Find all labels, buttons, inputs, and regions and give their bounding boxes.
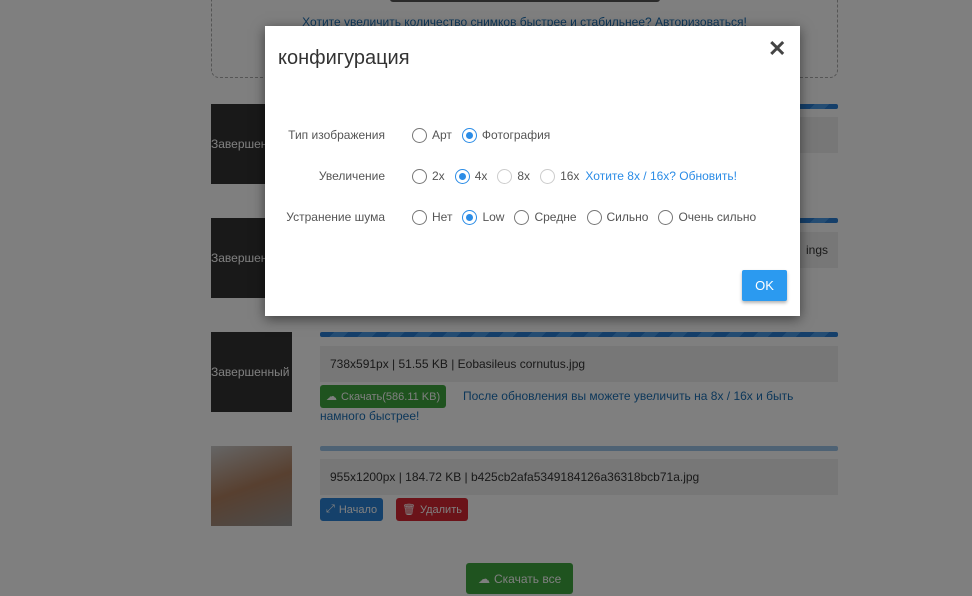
image-type-label: Тип изображения [288,128,385,142]
scale-row: Увеличение 2x 4x 8x 16x Хотите 8x / 16x?… [265,166,800,186]
radio-none[interactable]: Нет [412,209,452,225]
radio-8x[interactable]: 8x [497,168,530,184]
config-modal: конфигурация ✕ Тип изображения Арт Фотог… [265,26,800,316]
radio-low[interactable]: Low [462,209,504,225]
close-icon[interactable]: ✕ [768,36,786,62]
upgrade-link[interactable]: Хотите 8x / 16x? Обновить! [585,169,737,183]
radio-art[interactable]: Арт [412,127,452,143]
radio-16x[interactable]: 16x [540,168,579,184]
scale-label: Увеличение [318,169,385,183]
radio-4x[interactable]: 4x [454,168,487,184]
modal-title: конфигурация [278,47,410,69]
radio-medium[interactable]: Средне [514,209,577,225]
denoise-label: Устранение шума [286,210,385,224]
radio-2x[interactable]: 2x [412,168,445,184]
image-type-row: Тип изображения Арт Фотография [265,125,800,145]
ok-button[interactable]: OK [742,270,787,301]
radio-photo[interactable]: Фотография [461,127,550,143]
radio-strong[interactable]: Сильно [586,209,648,225]
radio-very-strong[interactable]: Очень сильно [658,209,756,225]
denoise-row: Устранение шума Нет Low Средне Сильно Оч… [265,207,800,227]
